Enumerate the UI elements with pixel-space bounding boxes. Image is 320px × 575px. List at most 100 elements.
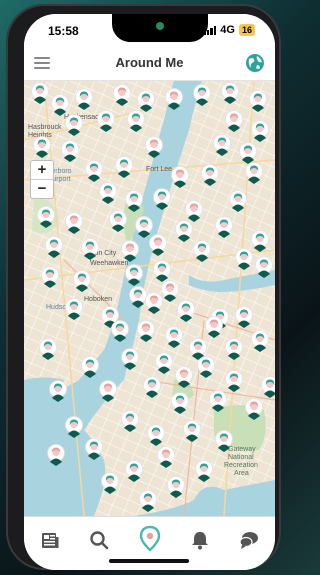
user-marker-icon[interactable]	[124, 460, 144, 482]
zoom-in-button[interactable]: +	[31, 161, 53, 180]
user-marker-icon[interactable]	[228, 190, 248, 212]
user-marker-icon[interactable]	[32, 136, 52, 158]
user-marker-icon[interactable]	[212, 134, 232, 156]
user-marker-icon[interactable]	[126, 110, 146, 132]
user-marker-icon[interactable]	[196, 356, 216, 378]
user-marker-icon[interactable]	[144, 136, 164, 158]
user-marker-icon[interactable]	[248, 90, 268, 112]
user-marker-icon[interactable]	[164, 88, 184, 110]
camera-dot	[156, 22, 164, 30]
user-marker-icon[interactable]	[174, 366, 194, 388]
user-marker-icon[interactable]	[244, 162, 264, 184]
user-marker-icon[interactable]	[166, 476, 186, 498]
app-screen: 15:58 4G 16 Around Me + − Hackensack Has…	[24, 14, 275, 570]
user-marker-icon[interactable]	[124, 190, 144, 212]
user-marker-icon[interactable]	[224, 370, 244, 392]
user-marker-icon[interactable]	[112, 84, 132, 106]
user-marker-icon[interactable]	[152, 188, 172, 210]
user-marker-icon[interactable]	[176, 300, 196, 322]
user-marker-icon[interactable]	[46, 444, 66, 466]
user-marker-icon[interactable]	[136, 90, 156, 112]
user-marker-icon[interactable]	[152, 260, 172, 282]
user-marker-icon[interactable]	[208, 390, 228, 412]
user-marker-icon[interactable]	[74, 88, 94, 110]
user-marker-icon[interactable]	[38, 338, 58, 360]
phone-frame: 15:58 4G 16 Around Me + − Hackensack Has…	[6, 4, 281, 570]
tab-search[interactable]	[88, 529, 110, 551]
zoom-out-button[interactable]: −	[31, 180, 53, 198]
user-marker-icon[interactable]	[114, 156, 134, 178]
user-marker-icon[interactable]	[40, 266, 60, 288]
user-marker-icon[interactable]	[174, 220, 194, 242]
user-marker-icon[interactable]	[200, 164, 220, 186]
user-marker-icon[interactable]	[224, 110, 244, 132]
user-marker-icon[interactable]	[108, 210, 128, 232]
user-marker-icon[interactable]	[30, 82, 50, 104]
map-label: Hoboken	[84, 296, 113, 303]
user-marker-icon[interactable]	[204, 316, 224, 338]
user-marker-icon[interactable]	[50, 94, 70, 116]
zoom-control: + −	[30, 160, 54, 199]
user-marker-icon[interactable]	[170, 392, 190, 414]
user-marker-icon[interactable]	[250, 330, 270, 352]
user-marker-icon[interactable]	[244, 398, 264, 420]
tab-chat[interactable]	[238, 529, 260, 551]
user-marker-icon[interactable]	[84, 160, 104, 182]
map-view[interactable]: + − Hackensack Hasbrouck Heights Teterbo…	[24, 80, 275, 516]
user-marker-icon[interactable]	[142, 376, 162, 398]
user-marker-icon[interactable]	[224, 338, 244, 360]
user-marker-icon[interactable]	[64, 212, 84, 234]
user-marker-icon[interactable]	[260, 376, 275, 398]
user-marker-icon[interactable]	[234, 306, 254, 328]
user-marker-icon[interactable]	[238, 142, 258, 164]
app-header: Around Me	[24, 46, 275, 81]
user-marker-icon[interactable]	[154, 352, 174, 374]
user-marker-icon[interactable]	[98, 182, 118, 204]
user-marker-icon[interactable]	[96, 110, 116, 132]
user-marker-icon[interactable]	[250, 120, 270, 142]
user-marker-icon[interactable]	[184, 200, 204, 222]
user-marker-icon[interactable]	[164, 326, 184, 348]
user-marker-icon[interactable]	[100, 472, 120, 494]
user-marker-icon[interactable]	[124, 264, 144, 286]
user-marker-icon[interactable]	[72, 270, 92, 292]
user-marker-icon[interactable]	[120, 348, 140, 370]
user-marker-icon[interactable]	[64, 298, 84, 320]
user-marker-icon[interactable]	[194, 460, 214, 482]
user-marker-icon[interactable]	[64, 114, 84, 136]
user-marker-icon[interactable]	[170, 166, 190, 188]
tab-news[interactable]	[39, 529, 61, 551]
user-marker-icon[interactable]	[160, 280, 180, 302]
map-label: Hasbrouck	[28, 124, 62, 131]
user-marker-icon[interactable]	[156, 446, 176, 468]
user-marker-icon[interactable]	[60, 140, 80, 162]
user-marker-icon[interactable]	[36, 206, 56, 228]
user-marker-icon[interactable]	[110, 320, 130, 342]
user-marker-icon[interactable]	[48, 380, 68, 402]
user-marker-icon[interactable]	[192, 240, 212, 262]
tab-notifications[interactable]	[189, 529, 211, 551]
user-marker-icon[interactable]	[64, 416, 84, 438]
user-marker-icon[interactable]	[146, 424, 166, 446]
user-marker-icon[interactable]	[138, 490, 158, 512]
user-marker-icon[interactable]	[44, 236, 64, 258]
user-marker-icon[interactable]	[214, 430, 234, 452]
tab-around-me[interactable]	[138, 525, 162, 553]
user-marker-icon[interactable]	[220, 82, 240, 104]
user-marker-icon[interactable]	[120, 410, 140, 432]
map-label: Area	[234, 470, 249, 477]
user-marker-icon[interactable]	[214, 216, 234, 238]
user-marker-icon[interactable]	[254, 256, 274, 278]
user-marker-icon[interactable]	[84, 438, 104, 460]
user-marker-icon[interactable]	[182, 420, 202, 442]
user-marker-icon[interactable]	[120, 240, 140, 262]
battery-badge: 16	[238, 24, 255, 36]
user-marker-icon[interactable]	[148, 234, 168, 256]
user-marker-icon[interactable]	[98, 380, 118, 402]
globe-icon[interactable]	[245, 53, 265, 73]
user-marker-icon[interactable]	[136, 320, 156, 342]
user-marker-icon[interactable]	[80, 356, 100, 378]
user-marker-icon[interactable]	[234, 248, 254, 270]
user-marker-icon[interactable]	[192, 84, 212, 106]
user-marker-icon[interactable]	[80, 238, 100, 260]
